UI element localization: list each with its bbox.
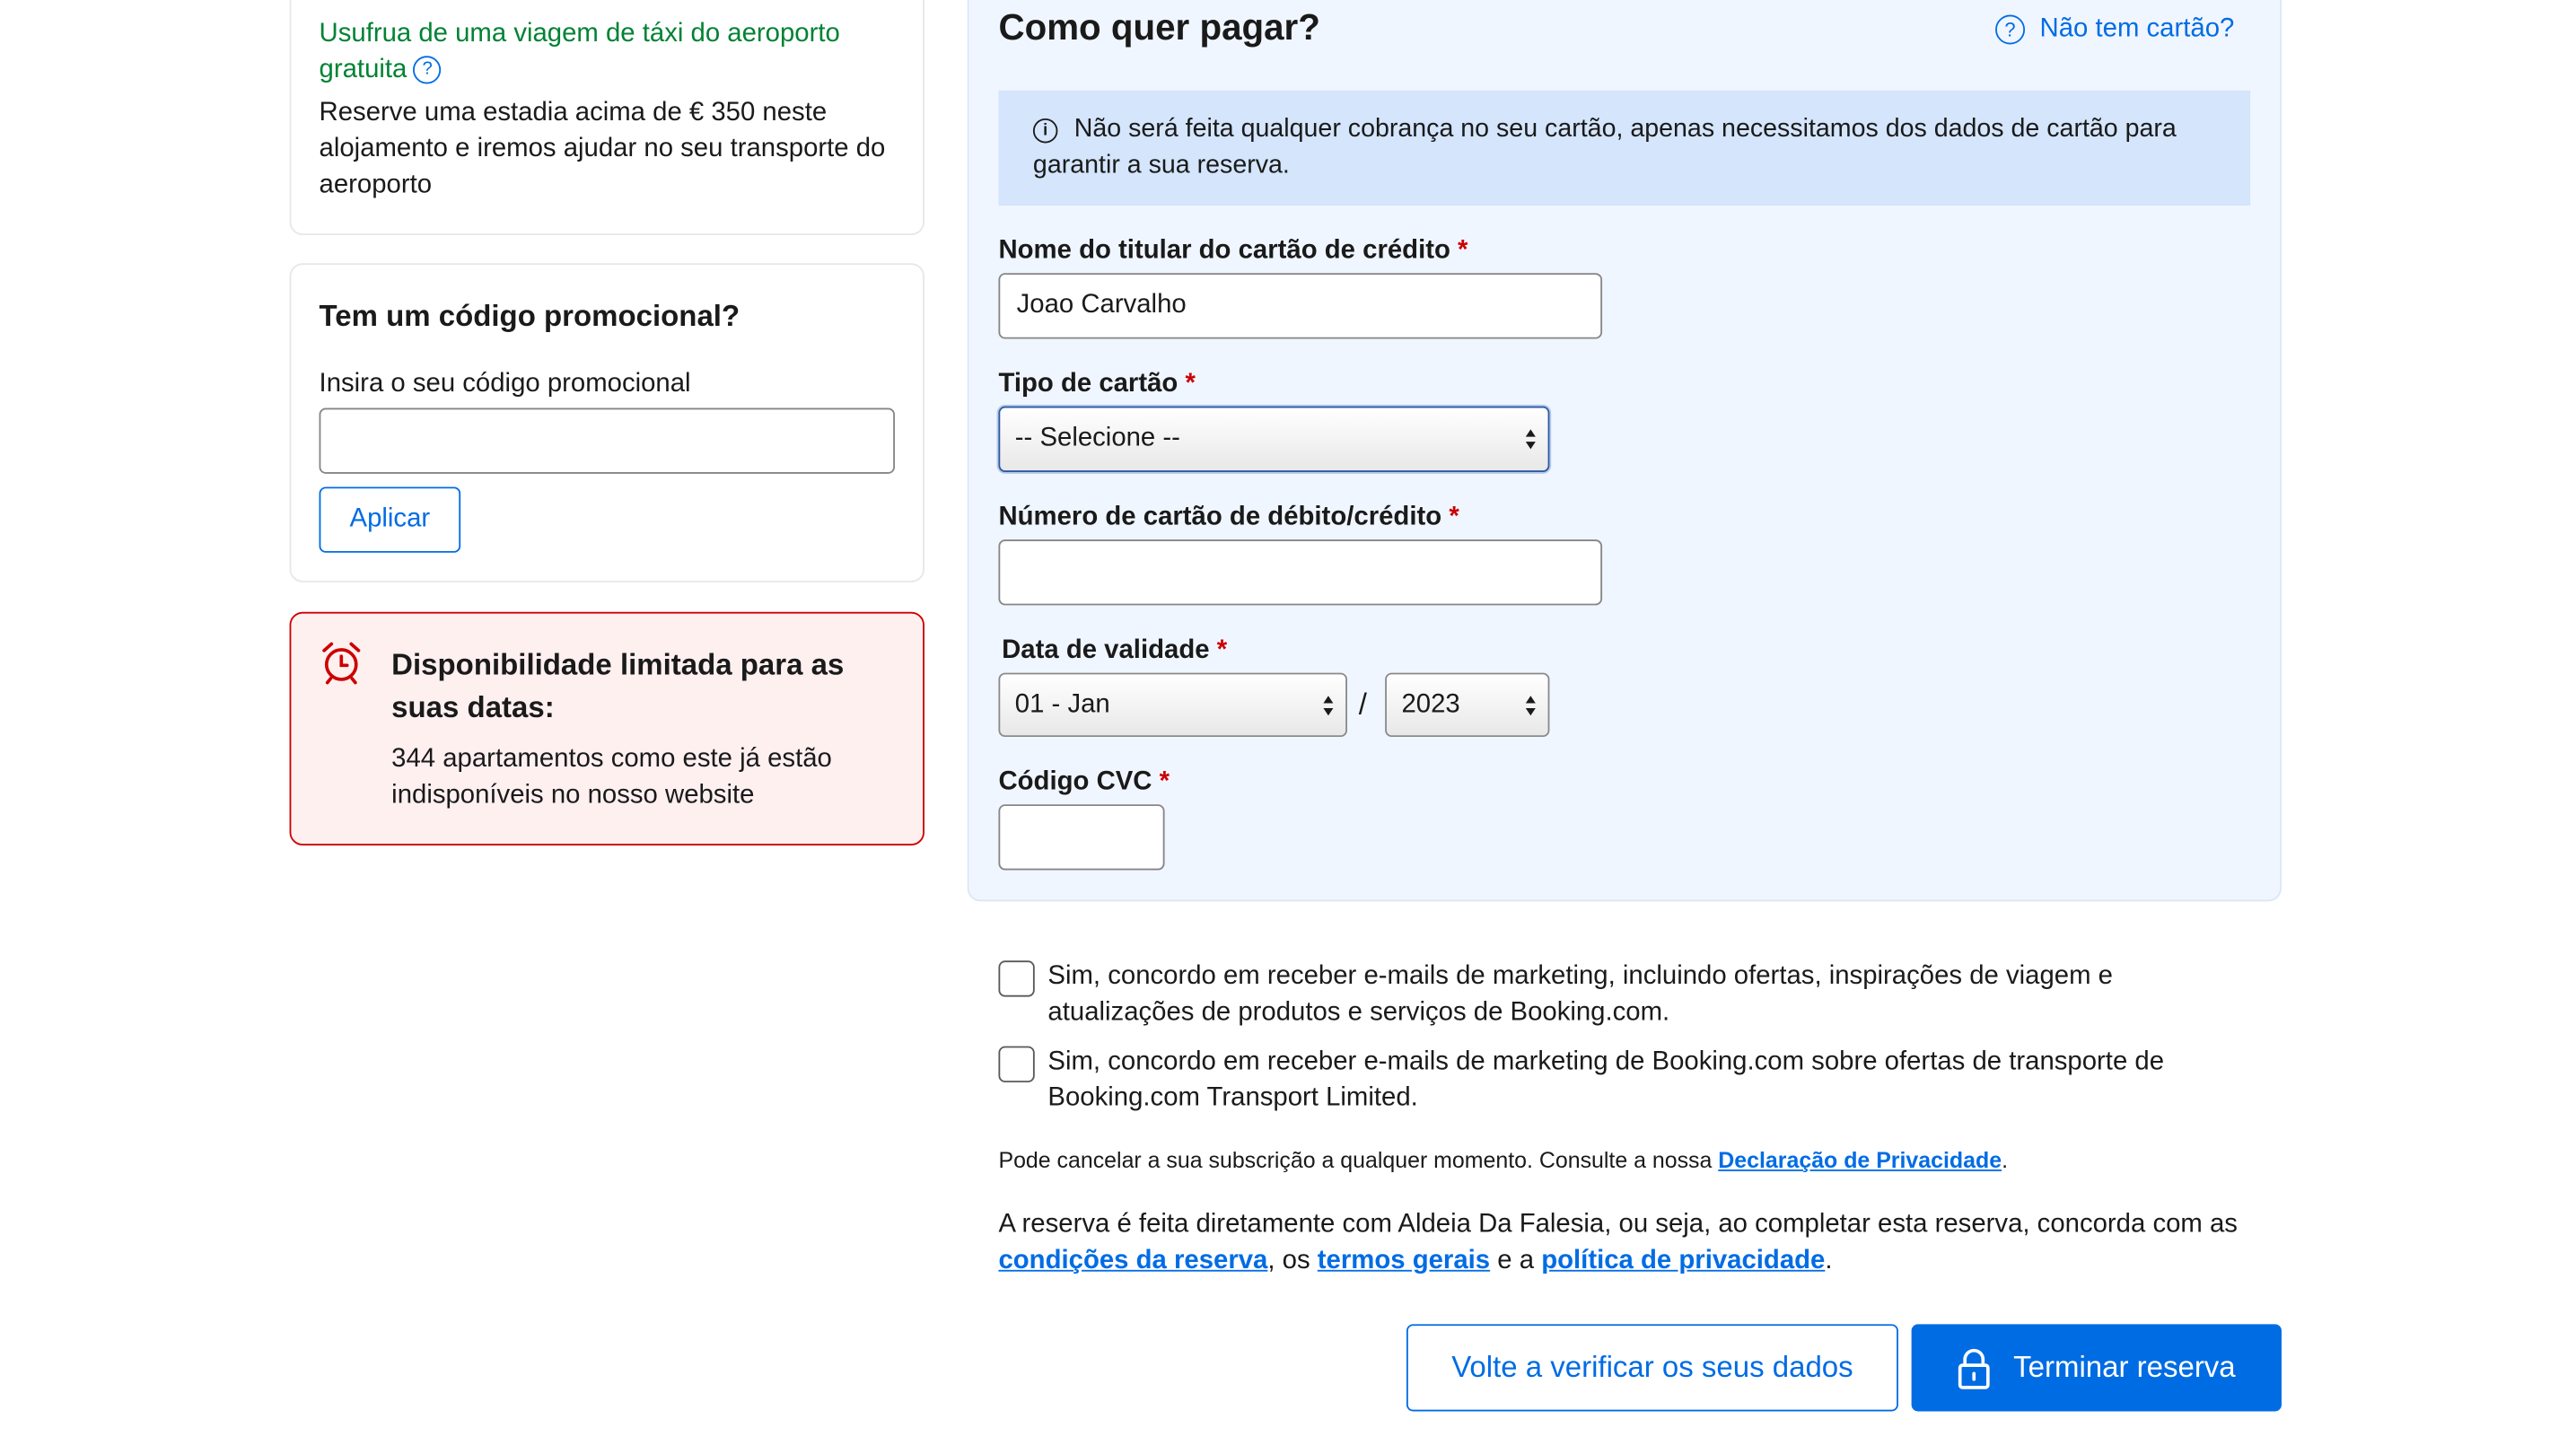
marketing-booking-checkbox[interactable]: [998, 960, 1035, 997]
select-arrows-icon: [1323, 695, 1334, 715]
promo-code-label: Insira o seu código promocional: [319, 370, 691, 399]
cvc-input[interactable]: [998, 804, 1165, 871]
unsubscribe-notice: Pode cancelar a sua subscrição a qualque…: [998, 1146, 2008, 1176]
review-details-button[interactable]: Volte a verificar os seus dados: [1406, 1324, 1898, 1412]
required-marker: *: [1216, 636, 1228, 665]
payment-title: Como quer pagar?: [998, 6, 1320, 48]
airport-taxi-description: Reserve uma estadia acima de € 350 neste…: [319, 98, 886, 199]
expiry-year-value: 2023: [1401, 689, 1460, 718]
limited-availability-heading: Disponibilidade limitada para as suas da…: [391, 648, 845, 724]
card-type-select[interactable]: -- Selecione --: [998, 406, 1550, 472]
booking-terms-os: , os: [1267, 1247, 1310, 1275]
card-type-label-text: Tipo de cartão: [998, 370, 1178, 399]
expiry-label: Data de validade *: [1002, 635, 1227, 668]
promo-code-heading: Tem um código promocional?: [319, 299, 740, 333]
required-marker: *: [1159, 767, 1170, 797]
expiry-month-value: 01 - Jan: [1014, 689, 1110, 718]
no-charge-info-text: i Não será feita qualquer cobrança no seu…: [1032, 112, 2226, 185]
select-arrows-icon: [1525, 695, 1536, 715]
card-holder-label-text: Nome do titular do cartão de crédito: [998, 236, 1450, 266]
cvc-label-text: Código CVC: [998, 767, 1152, 797]
booking-terms-period: .: [1825, 1247, 1833, 1275]
select-arrows-icon: [1525, 429, 1536, 450]
required-marker: *: [1449, 503, 1459, 531]
complete-booking-button[interactable]: Terminar reserva: [1911, 1324, 2282, 1412]
general-terms-link[interactable]: termos gerais: [1318, 1247, 1490, 1274]
booking-conditions-link[interactable]: condições da reserva: [998, 1247, 1267, 1274]
card-type-label: Tipo de cartão *: [998, 369, 1195, 402]
info-icon: i: [1032, 118, 1058, 144]
airport-taxi-title: Usufrua de uma viagem de táxi do aeropor…: [320, 16, 895, 89]
no-charge-info-message: Não será feita qualquer cobrança no seu …: [1032, 115, 2177, 180]
expiry-year-select[interactable]: 2023: [1385, 672, 1550, 738]
booking-terms-text: A reserva é feita diretamente com Aldeia…: [998, 1207, 2248, 1280]
card-holder-input[interactable]: [998, 273, 1603, 339]
help-circle-icon: ?: [1995, 14, 2026, 45]
alarm-clock-icon: [322, 642, 361, 685]
marketing-booking-consent-text: Sim, concordo em receber e-mails de mark…: [1047, 962, 2113, 1027]
card-number-input[interactable]: [998, 539, 1603, 606]
marketing-transport-checkbox[interactable]: [998, 1046, 1035, 1082]
unsubscribe-text: Pode cancelar a sua subscrição a qualque…: [998, 1148, 1713, 1173]
unsubscribe-period: .: [2002, 1148, 2009, 1173]
no-card-link[interactable]: ? Não tem cartão?: [1995, 12, 2234, 48]
help-icon[interactable]: ?: [413, 56, 442, 84]
privacy-statement-link[interactable]: Declaração de Privacidade: [1718, 1148, 2002, 1172]
privacy-policy-link[interactable]: política de privacidade: [1541, 1247, 1825, 1274]
required-marker: *: [1185, 370, 1196, 399]
no-card-link-text: Não tem cartão?: [2039, 14, 2235, 43]
airport-taxi-title-text: Usufrua de uma viagem de táxi do aeropor…: [319, 19, 840, 84]
cvc-label: Código CVC *: [998, 766, 1170, 800]
booking-terms-intro: A reserva é feita diretamente com Aldeia…: [998, 1210, 2238, 1239]
card-number-label: Número de cartão de débito/crédito *: [998, 502, 1459, 535]
booking-terms-and: e a: [1497, 1247, 1535, 1275]
expiry-separator: /: [1358, 688, 1368, 721]
complete-booking-label: Terminar reserva: [2013, 1350, 2236, 1384]
lock-icon: [1958, 1347, 1990, 1388]
card-number-label-text: Número de cartão de débito/crédito: [998, 503, 1442, 531]
marketing-transport-consent-text: Sim, concordo em receber e-mails de mark…: [1047, 1047, 2165, 1112]
card-type-selected-value: -- Selecione --: [1014, 424, 1180, 452]
apply-promo-button[interactable]: Aplicar: [319, 486, 461, 553]
expiry-label-text: Data de validade: [1002, 636, 1210, 665]
booking-payment-page: Usufrua de uma viagem de táxi do aeropor…: [0, 0, 2576, 1454]
card-holder-label: Nome do titular do cartão de crédito *: [998, 235, 1468, 268]
limited-availability-text: 344 apartamentos como este já estão indi…: [391, 745, 832, 810]
promo-code-input[interactable]: [319, 407, 895, 474]
required-marker: *: [1458, 236, 1468, 266]
expiry-month-select[interactable]: 01 - Jan: [998, 672, 1347, 738]
